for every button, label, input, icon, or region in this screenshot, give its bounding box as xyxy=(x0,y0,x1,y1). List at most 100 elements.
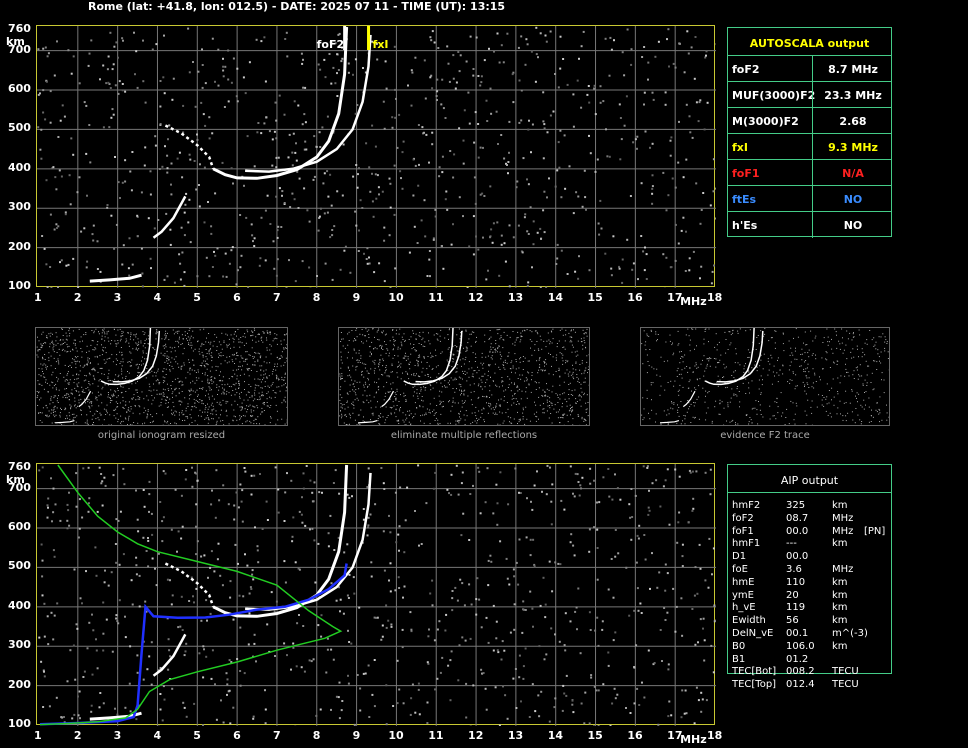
thumbnail-noise-dot xyxy=(727,406,729,408)
thumbnail-noise-dot xyxy=(678,373,680,375)
thumbnail-noise-dot xyxy=(349,423,350,425)
thumbnail-noise-dot xyxy=(254,384,256,386)
noise-dot xyxy=(352,73,354,76)
thumbnail-noise-dot xyxy=(130,408,132,410)
thumbnail-noise-dot xyxy=(782,412,784,414)
thumbnail-noise-dot xyxy=(503,367,505,369)
thumbnail-noise-dot xyxy=(796,405,798,407)
noise-dot xyxy=(225,275,228,278)
thumbnail-noise-dot xyxy=(361,329,363,330)
noise-dot xyxy=(534,710,537,713)
thumbnail-noise-dot xyxy=(103,419,105,421)
noise-dot xyxy=(204,124,207,127)
thumbnail-noise-dot xyxy=(204,418,206,420)
thumbnail-noise-dot xyxy=(578,395,580,397)
thumbnail-noise-dot xyxy=(519,419,521,421)
thumbnail-noise-dot xyxy=(680,401,682,402)
noise-dot xyxy=(378,193,380,196)
noise-dot xyxy=(313,175,316,178)
noise-dot xyxy=(347,597,350,599)
thumbnail-noise-dot xyxy=(228,392,230,394)
thumbnail-noise-dot xyxy=(197,371,199,373)
thumbnail-noise-dot xyxy=(79,370,81,372)
thumbnail-noise-dot xyxy=(223,388,225,390)
thumbnail-noise-dot xyxy=(584,381,586,383)
noise-dot xyxy=(402,140,405,143)
noise-dot xyxy=(504,260,507,263)
thumbnail-noise-dot xyxy=(341,417,342,419)
thumbnail-noise-dot xyxy=(368,384,370,386)
thumbnail-noise-dot xyxy=(551,402,553,404)
thumbnail-noise-dot xyxy=(262,331,264,333)
thumbnail-noise-dot xyxy=(222,376,224,378)
thumbnail-noise-dot xyxy=(569,336,571,338)
thumbnail-noise-dot xyxy=(684,418,686,420)
thumbnail-noise-dot xyxy=(266,398,268,400)
noise-dot xyxy=(520,119,523,122)
thumbnail-noise-dot xyxy=(67,351,69,352)
noise-dot xyxy=(169,655,172,658)
noise-dot xyxy=(680,229,683,232)
thumbnail-noise-dot xyxy=(581,396,582,398)
thumbnail-noise-dot xyxy=(545,395,547,397)
thumbnail-noise-dot xyxy=(805,368,807,370)
noise-dot xyxy=(441,656,444,659)
thumbnail-noise-dot xyxy=(546,399,548,401)
thumbnail-noise-dot xyxy=(173,333,175,335)
thumbnail-noise-dot xyxy=(373,370,375,372)
thumbnail-noise-dot xyxy=(674,380,676,382)
thumbnail-noise-dot xyxy=(645,341,647,343)
thumbnail-noise-dot xyxy=(865,360,867,362)
thumbnail-noise-dot xyxy=(667,423,669,425)
thumbnail-noise-dot xyxy=(347,351,349,353)
thumbnail-noise-dot xyxy=(732,332,734,334)
thumbnail-noise-dot xyxy=(539,358,541,360)
thumbnail-noise-dot xyxy=(253,364,255,366)
ionogram-header: Rome (lat: +41.8, lon: 012.5) - DATE: 20… xyxy=(88,0,506,13)
noise-dot xyxy=(670,266,673,269)
noise-dot xyxy=(40,128,43,131)
thumbnail-noise-dot xyxy=(571,336,572,338)
thumbnail-noise-dot xyxy=(76,415,78,417)
thumbnail-noise-dot xyxy=(341,397,343,399)
thumbnail-noise-dot xyxy=(148,383,150,385)
thumbnail-noise-dot xyxy=(486,379,488,381)
thumbnail-noise-dot xyxy=(838,340,840,342)
thumbnail-noise-dot xyxy=(459,416,460,418)
thumbnail-noise-dot xyxy=(86,419,88,421)
noise-dot xyxy=(643,46,646,48)
thumbnail-noise-dot xyxy=(544,394,546,396)
thumbnail-noise-dot xyxy=(191,344,193,346)
thumbnail-noise-dot xyxy=(724,331,726,333)
thumbnail-noise-dot xyxy=(218,341,220,343)
thumbnail-noise-dot xyxy=(269,333,271,335)
thumbnail-noise-dot xyxy=(128,407,130,409)
autoscala-row-separator xyxy=(812,56,813,82)
noise-dot xyxy=(503,157,506,160)
thumbnail-noise-dot xyxy=(222,420,224,421)
thumbnail-noise-dot xyxy=(87,398,89,400)
noise-dot xyxy=(178,253,181,256)
thumbnail-noise-dot xyxy=(266,377,268,379)
thumbnail-noise-dot xyxy=(208,353,210,355)
noise-dot xyxy=(566,83,569,86)
thumbnail-noise-dot xyxy=(570,394,572,395)
thumbnail-noise-dot xyxy=(723,376,725,378)
thumbnail-noise-dot xyxy=(535,420,537,422)
thumbnail-noise-dot xyxy=(259,353,261,355)
noise-dot xyxy=(77,714,80,717)
noise-dot xyxy=(297,207,300,209)
noise-dot xyxy=(78,82,81,85)
thumbnail-noise-dot xyxy=(69,379,71,381)
autoscala-row-value: 23.3 MHz xyxy=(824,89,882,102)
thumbnail-noise-dot xyxy=(85,402,86,404)
thumbnail-noise-dot xyxy=(372,328,374,330)
noise-dot xyxy=(172,77,175,80)
thumbnail-noise-dot xyxy=(216,401,218,403)
thumbnail-noise-dot xyxy=(565,359,567,361)
thumbnail-noise-dot xyxy=(510,390,512,392)
noise-dot xyxy=(376,58,379,61)
thumbnail-noise-dot xyxy=(858,374,860,376)
noise-dot xyxy=(60,175,63,178)
thumbnail-noise-dot xyxy=(200,400,202,402)
